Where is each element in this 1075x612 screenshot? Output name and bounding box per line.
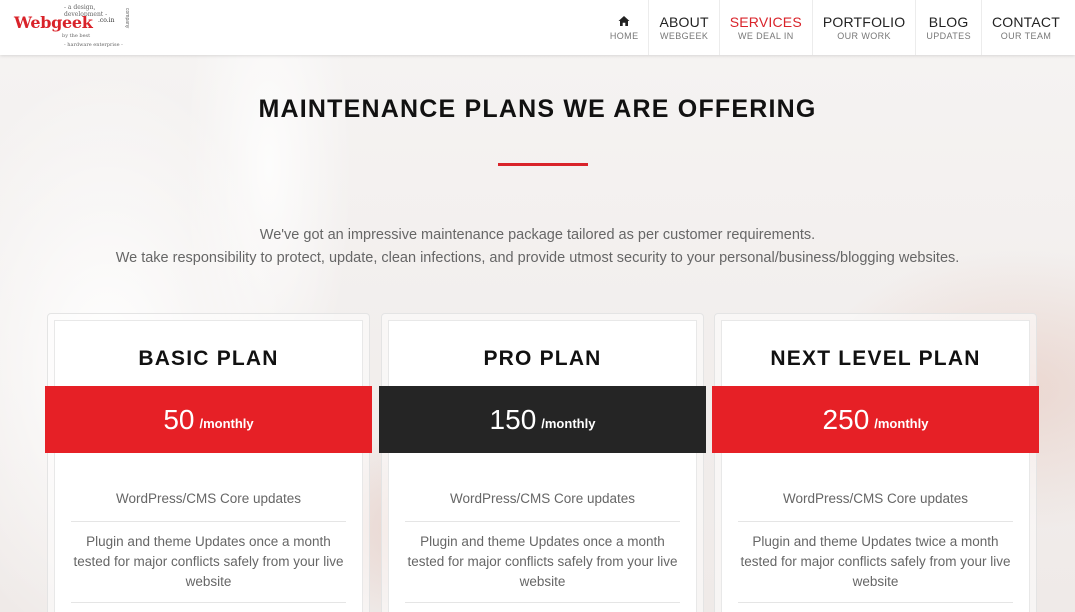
- plan-price-band: 50 /monthly: [45, 386, 372, 453]
- plan-price-band: 150 /monthly: [379, 386, 706, 453]
- logo-domain-suffix: .co.in: [98, 17, 115, 24]
- section-title: MAINTENANCE PLANS WE ARE OFFERING: [258, 95, 817, 123]
- plan-title: NEXT LEVEL PLAN: [770, 347, 981, 370]
- plan-period: /monthly: [874, 416, 929, 431]
- plan-card-body: PRO PLAN WordPress/CMS Core updates Plug…: [388, 320, 697, 612]
- plan-features: WordPress/CMS Core updates Plugin and th…: [738, 481, 1013, 603]
- nav-label-portfolio: PORTFOLIO: [822, 14, 906, 30]
- logo-wordmark: Webgeek: [14, 13, 93, 32]
- plan-title: PRO PLAN: [483, 347, 602, 370]
- nav-item-blog[interactable]: BLOG UPDATES: [915, 0, 981, 55]
- intro-line-1: We've got an impressive maintenance pack…: [259, 227, 816, 243]
- plan-title: BASIC PLAN: [138, 347, 279, 370]
- nav-sub-home: HOME: [609, 30, 639, 41]
- plan-features: WordPress/CMS Core updates Plugin and th…: [405, 481, 680, 603]
- plan-card-pro: PRO PLAN WordPress/CMS Core updates Plug…: [379, 313, 706, 612]
- plan-feature: Plugin and theme Updates twice a month t…: [738, 522, 1013, 603]
- nav-sub-blog: UPDATES: [926, 31, 971, 41]
- nav-sub-services: WE DEAL IN: [737, 31, 794, 41]
- nav-label-services: SERVICES: [729, 14, 802, 30]
- nav-item-contact[interactable]: CONTACT OUR TEAM: [980, 0, 1070, 55]
- plan-card-body: BASIC PLAN WordPress/CMS Core updates Pl…: [54, 320, 363, 612]
- plan-card-basic: BASIC PLAN WordPress/CMS Core updates Pl…: [45, 313, 372, 612]
- logo-tagline-bottom: - hardware enterprise -: [64, 42, 123, 48]
- logo-tagline-vertical: company: [124, 8, 130, 29]
- plan-card-next-level: NEXT LEVEL PLAN WordPress/CMS Core updat…: [712, 313, 1039, 612]
- plan-price: 150: [489, 403, 537, 435]
- home-icon: [618, 15, 630, 26]
- plan-period: /monthly: [541, 416, 596, 431]
- nav-item-services[interactable]: SERVICES WE DEAL IN: [718, 0, 812, 55]
- nav-label-contact: CONTACT: [991, 14, 1060, 30]
- plan-price: 50: [163, 403, 195, 435]
- intro-line-2: We take responsibility to protect, updat…: [115, 250, 960, 266]
- site-logo[interactable]: - a design, development - Webgeek .co.in…: [12, 4, 132, 50]
- plan-feature: WordPress/CMS Core updates: [738, 481, 1013, 522]
- section-intro: We've got an impressive maintenance pack…: [0, 224, 1075, 270]
- title-divider: [498, 163, 588, 166]
- nav-sub-portfolio: OUR WORK: [837, 31, 891, 41]
- nav-sub-contact: OUR TEAM: [1000, 31, 1052, 41]
- logo-tagline-mid: by the best: [62, 33, 91, 39]
- main-nav: HOME ABOUT WEBGEEK SERVICES WE DEAL IN P…: [600, 0, 1070, 55]
- plan-price: 250: [822, 403, 870, 435]
- nav-item-portfolio[interactable]: PORTFOLIO OUR WORK: [811, 0, 915, 55]
- plan-period: /monthly: [199, 416, 254, 431]
- nav-item-about[interactable]: ABOUT WEBGEEK: [648, 0, 718, 55]
- nav-sub-about: WEBGEEK: [659, 31, 709, 41]
- plan-feature: Plugin and theme Updates once a month te…: [71, 522, 346, 603]
- site-header: - a design, development - Webgeek .co.in…: [0, 0, 1075, 55]
- plan-feature: Plugin and theme Updates once a month te…: [405, 522, 680, 603]
- plan-feature: WordPress/CMS Core updates: [405, 481, 680, 522]
- plan-feature: WordPress/CMS Core updates: [71, 481, 346, 522]
- nav-label-blog: BLOG: [928, 14, 969, 30]
- plan-features: WordPress/CMS Core updates Plugin and th…: [71, 481, 346, 603]
- nav-item-home[interactable]: HOME: [600, 0, 649, 55]
- plan-card-body: NEXT LEVEL PLAN WordPress/CMS Core updat…: [721, 320, 1030, 612]
- plan-price-band: 250 /monthly: [712, 386, 1039, 453]
- nav-label-about: ABOUT: [659, 14, 709, 30]
